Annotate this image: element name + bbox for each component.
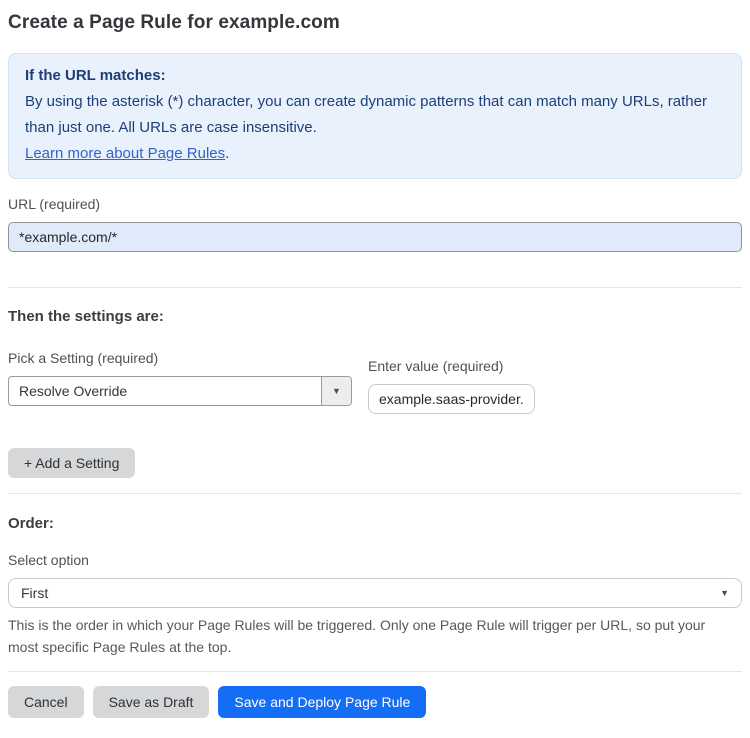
url-input[interactable] xyxy=(8,222,742,252)
order-select-label: Select option xyxy=(8,552,89,568)
setting-select-arrow-cell[interactable]: ▼ xyxy=(321,377,351,405)
page-rule-form: Create a Page Rule for example.com If th… xyxy=(0,0,750,738)
setting-select-column: Pick a Setting (required) Resolve Overri… xyxy=(8,350,352,406)
order-select[interactable]: First ▼ xyxy=(8,578,742,608)
link-suffix: . xyxy=(225,145,230,162)
url-field-label: URL (required) xyxy=(8,196,101,212)
section-divider xyxy=(8,493,742,494)
order-select-value: First xyxy=(21,585,49,601)
setting-select-value: Resolve Override xyxy=(19,383,128,399)
order-section-heading: Order: xyxy=(8,515,54,532)
settings-row: Pick a Setting (required) Resolve Overri… xyxy=(8,350,742,414)
setting-select-label: Pick a Setting (required) xyxy=(8,350,159,366)
value-input-label: Enter value (required) xyxy=(368,358,504,374)
order-help-text: This is the order in which your Page Rul… xyxy=(8,617,706,655)
setting-value-column: Enter value (required) xyxy=(368,358,535,414)
info-box-heading: If the URL matches: xyxy=(25,67,166,84)
learn-more-link[interactable]: Learn more about Page Rules xyxy=(25,145,225,162)
chevron-down-icon: ▼ xyxy=(720,587,729,598)
add-setting-button[interactable]: + Add a Setting xyxy=(8,448,136,478)
setting-select[interactable]: Resolve Override ▼ xyxy=(8,376,352,406)
info-box-body: By using the asterisk (*) character, you… xyxy=(25,93,707,136)
info-box-link-line: Learn more about Page Rules. xyxy=(25,141,725,167)
page-title: Create a Page Rule for example.com xyxy=(8,12,340,33)
url-match-info-box: If the URL matches: By using the asteris… xyxy=(8,53,742,179)
section-divider xyxy=(8,287,742,288)
chevron-down-icon: ▼ xyxy=(332,385,341,396)
setting-value-input[interactable] xyxy=(368,384,535,414)
footer-divider xyxy=(8,671,742,672)
settings-section-heading: Then the settings are: xyxy=(8,308,164,325)
